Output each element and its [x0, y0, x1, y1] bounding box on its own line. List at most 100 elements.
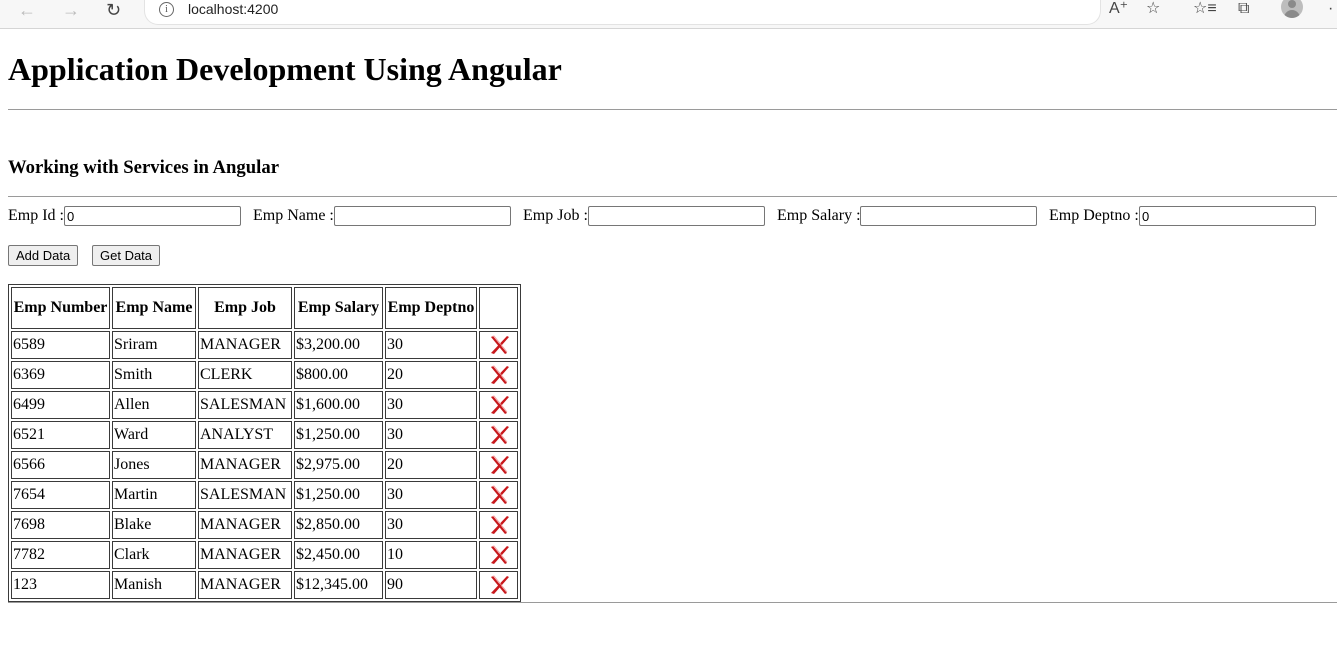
- cell-delete: [479, 331, 518, 359]
- delete-x-icon[interactable]: [488, 335, 510, 355]
- cell-name: Smith: [112, 361, 196, 389]
- cell-name: Martin: [112, 481, 196, 509]
- cell-delete: [479, 421, 518, 449]
- cell-salary: $1,250.00: [294, 421, 383, 449]
- cell-number: 6521: [11, 421, 110, 449]
- cell-deptno: 30: [385, 481, 477, 509]
- cell-job: MANAGER: [198, 451, 292, 479]
- table-row: 123 Manish MANAGER $12,345.00 90: [11, 571, 518, 599]
- cell-delete: [479, 361, 518, 389]
- cell-name: Clark: [112, 541, 196, 569]
- table-row: 7782 Clark MANAGER $2,450.00 10: [11, 541, 518, 569]
- delete-x-icon[interactable]: [488, 395, 510, 415]
- cell-salary: $1,600.00: [294, 391, 383, 419]
- cell-job: MANAGER: [198, 331, 292, 359]
- read-aloud-icon[interactable]: A⁺: [1109, 0, 1128, 18]
- col-header-emp-name: Emp Name: [112, 287, 196, 329]
- emp-salary-input[interactable]: [860, 206, 1037, 226]
- cell-number: 7698: [11, 511, 110, 539]
- employee-table: Emp Number Emp Name Emp Job Emp Salary E…: [8, 284, 521, 602]
- emp-deptno-input[interactable]: [1139, 206, 1316, 226]
- table-row: 7698 Blake MANAGER $2,850.00 30: [11, 511, 518, 539]
- cell-deptno: 20: [385, 361, 477, 389]
- cell-deptno: 30: [385, 331, 477, 359]
- add-favorite-icon[interactable]: ☆: [1146, 0, 1160, 18]
- col-header-emp-salary: Emp Salary: [294, 287, 383, 329]
- back-icon[interactable]: ←: [18, 0, 36, 20]
- cell-delete: [479, 541, 518, 569]
- table-row: 6566 Jones MANAGER $2,975.00 20: [11, 451, 518, 479]
- table-body: 6589 Sriram MANAGER $3,200.00 30 6369 Smith CLE…: [11, 331, 518, 599]
- cell-job: SALESMAN: [198, 391, 292, 419]
- emp-id-label: Emp Id :: [8, 207, 64, 224]
- cell-deptno: 90: [385, 571, 477, 599]
- cell-salary: $3,200.00: [294, 331, 383, 359]
- cell-salary: $2,850.00: [294, 511, 383, 539]
- address-bar[interactable]: i localhost:4200: [144, 0, 1101, 25]
- table-row: 7654 Martin SALESMAN $1,250.00 30: [11, 481, 518, 509]
- cell-number: 7782: [11, 541, 110, 569]
- reload-icon[interactable]: ↻: [106, 0, 121, 20]
- cell-number: 7654: [11, 481, 110, 509]
- table-row: 6369 Smith CLERK $800.00 20: [11, 361, 518, 389]
- delete-x-icon[interactable]: [488, 365, 510, 385]
- cell-number: 6589: [11, 331, 110, 359]
- emp-job-input[interactable]: [588, 206, 765, 226]
- delete-x-icon[interactable]: [488, 545, 510, 565]
- divider-top: [8, 109, 1337, 110]
- table-row: 6499 Allen SALESMAN $1,600.00 30: [11, 391, 518, 419]
- cell-salary: $2,975.00: [294, 451, 383, 479]
- collections-icon[interactable]: ⧉: [1238, 0, 1249, 18]
- divider-bottom: [8, 602, 1337, 603]
- cell-job: CLERK: [198, 361, 292, 389]
- emp-job-label: Emp Job :: [523, 207, 588, 224]
- delete-x-icon[interactable]: [488, 485, 510, 505]
- col-header-actions: [479, 287, 518, 329]
- cell-salary: $12,345.00: [294, 571, 383, 599]
- emp-salary-label: Emp Salary :: [777, 207, 861, 224]
- favorites-icon[interactable]: ☆≡: [1193, 0, 1217, 18]
- emp-name-input[interactable]: [334, 206, 511, 226]
- table-header-row: Emp Number Emp Name Emp Job Emp Salary E…: [11, 287, 518, 329]
- cell-job: SALESMAN: [198, 481, 292, 509]
- cell-number: 6369: [11, 361, 110, 389]
- cell-job: MANAGER: [198, 511, 292, 539]
- table-row: 6589 Sriram MANAGER $3,200.00 30: [11, 331, 518, 359]
- delete-x-icon[interactable]: [488, 515, 510, 535]
- cell-name: Ward: [112, 421, 196, 449]
- cell-deptno: 30: [385, 421, 477, 449]
- emp-deptno-label: Emp Deptno :: [1049, 207, 1139, 224]
- cell-deptno: 30: [385, 511, 477, 539]
- cell-delete: [479, 391, 518, 419]
- delete-x-icon[interactable]: [488, 575, 510, 595]
- emp-id-input[interactable]: [64, 206, 241, 226]
- cell-name: Jones: [112, 451, 196, 479]
- col-header-emp-job: Emp Job: [198, 287, 292, 329]
- cell-salary: $2,450.00: [294, 541, 383, 569]
- cell-name: Blake: [112, 511, 196, 539]
- more-menu-icon[interactable]: ·: [1328, 0, 1333, 18]
- get-data-button[interactable]: Get Data: [92, 245, 161, 266]
- cell-number: 6566: [11, 451, 110, 479]
- emp-name-label: Emp Name :: [253, 207, 334, 224]
- cell-name: Manish: [112, 571, 196, 599]
- cell-number: 6499: [11, 391, 110, 419]
- table-row: 6521 Ward ANALYST $1,250.00 30: [11, 421, 518, 449]
- divider-section: [8, 196, 1337, 197]
- delete-x-icon[interactable]: [488, 425, 510, 445]
- cell-deptno: 30: [385, 391, 477, 419]
- cell-salary: $800.00: [294, 361, 383, 389]
- cell-name: Allen: [112, 391, 196, 419]
- profile-avatar[interactable]: [1281, 0, 1303, 18]
- cell-delete: [479, 451, 518, 479]
- cell-salary: $1,250.00: [294, 481, 383, 509]
- cell-delete: [479, 511, 518, 539]
- forward-icon[interactable]: →: [62, 0, 80, 20]
- cell-job: MANAGER: [198, 541, 292, 569]
- cell-number: 123: [11, 571, 110, 599]
- add-data-button[interactable]: Add Data: [8, 245, 79, 266]
- info-icon[interactable]: i: [159, 2, 174, 17]
- cell-name: Sriram: [112, 331, 196, 359]
- cell-job: MANAGER: [198, 571, 292, 599]
- delete-x-icon[interactable]: [488, 455, 510, 475]
